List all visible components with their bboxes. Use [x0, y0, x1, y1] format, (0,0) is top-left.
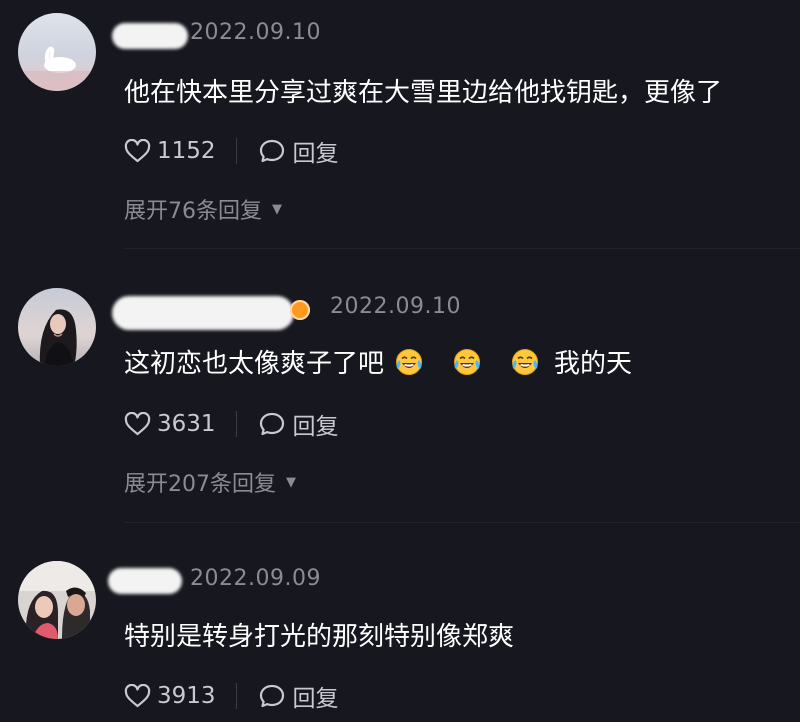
username-blurred[interactable]: [112, 296, 294, 330]
divider: [124, 248, 800, 249]
expand-replies-label: 展开76条回复: [124, 199, 262, 224]
swan-avatar-icon: [18, 13, 96, 91]
reply-label: 回复: [292, 414, 339, 440]
comment-actions: 3913 回复: [124, 679, 339, 713]
like-button[interactable]: 3913: [124, 683, 216, 709]
reply-button[interactable]: 回复: [259, 407, 339, 441]
action-divider: [235, 411, 237, 437]
crying-laugh-emoji-icon: [394, 348, 424, 376]
action-divider: [235, 138, 237, 164]
comment-text: 这初恋也太像爽子了吧 我的天: [124, 343, 632, 380]
expand-replies-button[interactable]: 展开76条回复 ▼: [124, 193, 282, 225]
comment-text-part: 我的天: [554, 349, 633, 379]
comment-date: 2022.09.10: [190, 20, 321, 45]
reply-label: 回复: [292, 686, 339, 712]
username-blurred[interactable]: [112, 23, 188, 49]
comment-date: 2022.09.09: [190, 566, 321, 591]
comment-bubble-icon: [259, 139, 285, 163]
user-avatar[interactable]: [18, 13, 96, 91]
expand-replies-button[interactable]: 展开207条回复 ▼: [124, 466, 296, 498]
reply-label: 回复: [292, 141, 339, 167]
heart-icon: [124, 684, 151, 708]
comment-bubble-icon: [259, 684, 285, 708]
like-count: 3913: [157, 683, 216, 709]
like-button[interactable]: 3631: [124, 411, 216, 437]
reply-button[interactable]: 回复: [259, 134, 339, 168]
divider: [124, 522, 800, 523]
heart-icon: [124, 139, 151, 163]
comment-actions: 1152 回复: [124, 134, 339, 168]
caret-down-icon: ▼: [286, 474, 296, 490]
reply-button[interactable]: 回复: [259, 679, 339, 713]
like-button[interactable]: 1152: [124, 138, 216, 164]
crying-laugh-emoji-icon: [510, 348, 540, 376]
heart-icon: [124, 412, 151, 436]
comment-text-part: 这初恋也太像爽子了吧: [124, 349, 385, 379]
comment-bubble-icon: [259, 412, 285, 436]
like-count: 3631: [157, 411, 216, 437]
comment-text: 特别是转身打光的那刻特别像郑爽: [124, 622, 515, 652]
like-count: 1152: [157, 138, 216, 164]
comment-actions: 3631 回复: [124, 407, 339, 441]
action-divider: [235, 683, 237, 709]
caret-down-icon: ▼: [272, 201, 282, 217]
comment-text: 他在快本里分享过爽在大雪里边给他找钥匙，更像了: [124, 78, 723, 108]
girl-avatar-icon: [18, 288, 96, 366]
user-avatar[interactable]: [18, 288, 96, 366]
crying-laugh-emoji-icon: [452, 348, 482, 376]
expand-replies-label: 展开207条回复: [124, 472, 276, 497]
username-blurred[interactable]: [108, 568, 182, 594]
couple-avatar-icon: [18, 561, 96, 639]
vip-badge-icon: [290, 300, 310, 320]
user-avatar[interactable]: [18, 561, 96, 639]
comment-date: 2022.09.10: [330, 294, 461, 319]
